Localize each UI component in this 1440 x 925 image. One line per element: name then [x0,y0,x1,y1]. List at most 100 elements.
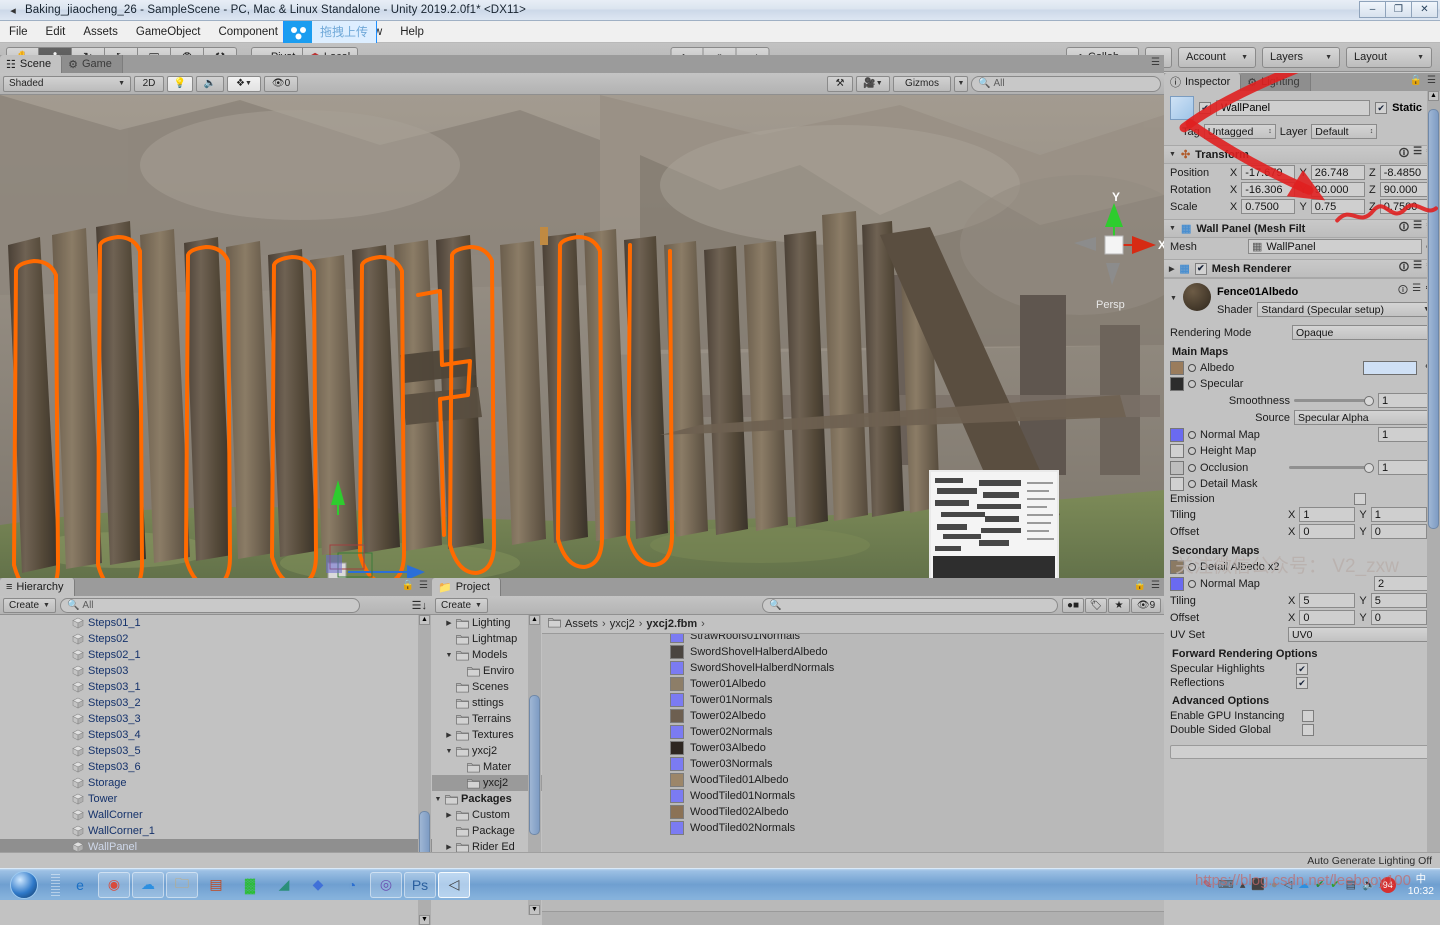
chevron-down-icon[interactable]: ▼ [1170,283,1177,302]
draw-mode-dropdown[interactable]: Shaded ▼ [3,75,131,92]
taskbar-grip[interactable] [51,873,60,896]
hierarchy-item-wallcorner_1[interactable]: WallCorner_1 [0,823,432,839]
account-button[interactable]: Account ▼ [1178,46,1256,68]
gameobject-name-input[interactable]: WallPanel [1216,100,1371,116]
asset-label-icon[interactable]: ●■ [1062,597,1084,613]
transform-scale-x[interactable]: 0.7500 [1241,199,1296,214]
project-file-row[interactable]: Tower02Normals [542,724,1164,740]
menu-item-file[interactable]: File [0,21,37,43]
hierarchy-tab-controls[interactable]: 🔒 ☰ [402,580,428,591]
hierarchy-item-wallcorner[interactable]: WallCorner [0,807,432,823]
reflections-checkbox[interactable]: ✔ [1296,677,1308,689]
lock-icon[interactable]: 🔒 [1134,580,1146,591]
scene-viewport[interactable]: Y X Persp [0,95,1164,578]
albedo-color-swatch[interactable] [1362,361,1417,375]
usb-safe-remove-icon[interactable]: ✔ [1313,878,1326,891]
menu-item-assets[interactable]: Assets [74,21,127,43]
meshfilter-component-header[interactable]: ▼ ▦ Wall Panel (Mesh Filt 🛈 ☰ ⚙ [1164,219,1440,238]
gizmos-dropdown[interactable]: Gizmos [893,75,951,92]
meshrenderer-enabled-checkbox[interactable]: ✔ [1194,262,1207,275]
chevron-down-icon[interactable]: ▼ [1169,151,1176,158]
occlusion-texture-slot[interactable] [1170,460,1184,475]
normal-map-value[interactable]: 1 [1378,427,1434,442]
project-tree-item-lighting[interactable]: ▶ Lighting [432,615,542,631]
breadcrumb-segment[interactable]: yxcj2.fbm [646,618,697,630]
project-file-row[interactable]: Tower01Albedo [542,676,1164,692]
disclosure-triangle-icon[interactable]: ▶ [445,619,453,627]
network-icon[interactable]: ▤ [1344,878,1358,891]
app-green-icon[interactable]: ◢ [268,872,300,898]
security-icon[interactable]: ✔ [1328,878,1341,891]
project-file-row[interactable]: WoodTiled02Albedo [542,804,1164,820]
menu-item-component[interactable]: Component [209,21,286,43]
normal-map-texture-slot[interactable] [1170,427,1184,442]
project-hscrollbar[interactable] [542,911,1250,925]
main-offset-x[interactable]: 0 [1299,524,1356,539]
breadcrumb-segment[interactable]: yxcj2 [610,618,635,630]
close-button[interactable]: ✕ [1411,1,1438,18]
hamburger-icon[interactable]: ☰ [419,580,428,591]
photoshop-icon[interactable]: Ps [404,871,436,898]
favorite-icon[interactable]: ★ [1108,597,1130,613]
preset-icon[interactable]: ☰ [1413,220,1422,237]
app-purple-icon[interactable]: ◎ [370,871,402,898]
project-tree-item-terrains[interactable]: Terrains [432,711,542,727]
minimize-button[interactable]: – [1359,1,1386,18]
preset-icon[interactable]: ☰ [1412,283,1421,300]
gizmos-caret-button[interactable]: ▼ [954,75,968,92]
chevron-right-icon[interactable]: ▶ [1169,265,1174,273]
file-explorer-icon[interactable]: 🗀 [166,871,198,898]
layout-button[interactable]: Layout ▼ [1346,46,1432,68]
project-tab-controls[interactable]: 🔒 ☰ [1134,580,1160,591]
disclosure-triangle-icon[interactable]: ▼ [445,652,453,659]
windows-start-orb[interactable] [0,870,48,900]
scene-search-input[interactable]: 🔍 All [971,75,1161,92]
project-tree-item-scenes[interactable]: Scenes [432,679,542,695]
shader-dropdown[interactable]: Standard (Specular setup) ▼ [1257,302,1434,317]
transform-rotation-z[interactable]: 90.000 [1379,182,1434,197]
help-icon[interactable]: 🛈 [1399,260,1409,277]
show-hidden-icon[interactable]: ▴ [1238,878,1248,891]
help-icon[interactable]: 🛈 [1399,146,1409,163]
disclosure-triangle-icon[interactable]: ▶ [445,843,453,851]
2d-toggle-button[interactable]: 2D [134,75,164,92]
menu-item-help[interactable]: Help [391,21,433,43]
project-tree-item-packages[interactable]: ▼ Packages [432,791,542,807]
specular-texture-slot[interactable] [1170,377,1184,391]
transform-component-header[interactable]: ▼ ✣ Transform 🛈 ☰ ⚙ [1164,145,1440,164]
lock-icon[interactable]: 🔒 [1410,75,1422,86]
disclosure-triangle-icon[interactable]: ▶ [445,731,453,739]
app-swirl-icon[interactable]: ◔ [336,872,368,898]
tab-lighting[interactable]: ⚙ Lighting [1241,73,1311,91]
maximize-button[interactable]: ❐ [1385,1,1412,18]
transform-rotation-y[interactable]: 90.000 [1310,182,1366,197]
gameobject-enabled-checkbox[interactable]: ✔ [1199,102,1211,114]
project-tree-item-custom[interactable]: ▶ Custom [432,807,542,823]
project-tree-item-lightmap[interactable]: Lightmap [432,631,542,647]
lock-icon[interactable]: 🔒 [402,580,414,591]
hierarchy-item-steps02[interactable]: Steps02 [0,631,432,647]
breadcrumb-segment[interactable]: Assets [565,618,598,630]
secondary-offset-y[interactable]: 0 [1370,610,1427,625]
notepad-icon[interactable]: ✎ [1201,878,1214,891]
scene-camera-dropdown[interactable]: 🎥 ▼ [856,75,890,92]
hierarchy-item-tower[interactable]: Tower [0,791,432,807]
scene-lighting-toggle[interactable]: 💡 [167,75,193,92]
usb-drive-icon[interactable]: ⬛ [1249,878,1267,891]
taskbar-clock[interactable]: 中 10:32 [1402,873,1440,897]
project-tree-item-mater[interactable]: Mater [432,759,542,775]
main-offset-y[interactable]: 0 [1370,524,1427,539]
project-file-row[interactable]: WoodTiled01Normals [542,788,1164,804]
tag-dropdown[interactable]: Untagged ↕ [1203,124,1276,139]
specular-toggle[interactable] [1188,380,1196,388]
material-footer-field[interactable] [1170,745,1434,759]
project-file-row[interactable]: WoodTiled02Normals [542,820,1164,836]
source-dropdown[interactable]: Specular Alpha↕ [1294,410,1434,425]
inspector-tab-controls[interactable]: 🔒 ☰ [1410,75,1436,86]
hierarchy-item-steps03_2[interactable]: Steps03_2 [0,695,432,711]
scene-tab-menu[interactable]: ☰ [1151,57,1160,68]
tab-game[interactable]: ⚙ Game [62,55,123,73]
project-search-input[interactable]: 🔍 [761,597,1058,613]
secondary-tiling-x[interactable]: 5 [1299,593,1356,608]
normal-map-toggle[interactable] [1188,430,1196,439]
